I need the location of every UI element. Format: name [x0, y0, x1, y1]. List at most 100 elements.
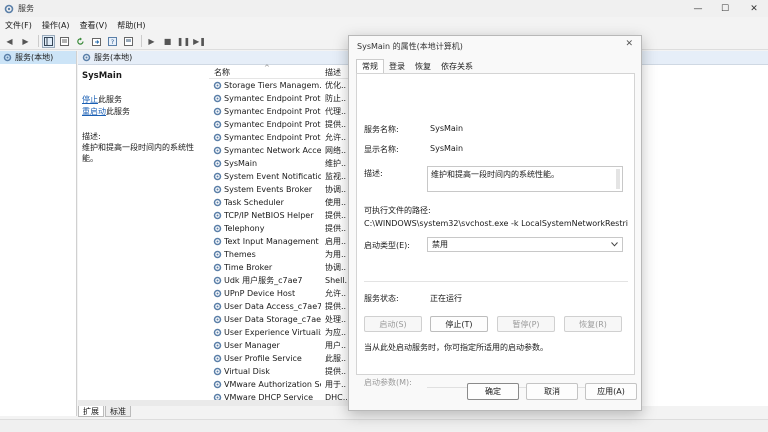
startup-type-select[interactable]: 禁用 [427, 237, 623, 252]
description-field[interactable]: 维护和提高一段时间内的系统性能。 [427, 166, 623, 192]
gear-icon [213, 250, 222, 259]
service-desc-cell: 此服... [325, 354, 347, 363]
restart-service-link[interactable]: 重启动 [82, 107, 106, 116]
pause-service-icon[interactable]: ❚❚ [177, 35, 190, 48]
service-desc-cell: 提供... [325, 211, 347, 220]
service-name-cell: TCP/IP NetBIOS Helper [224, 211, 314, 220]
help-icon[interactable]: ? [106, 35, 119, 48]
service-status-label: 服务状态: [364, 294, 399, 303]
tab-dependencies[interactable]: 依存关系 [436, 59, 478, 73]
gear-icon [213, 107, 222, 116]
tab-general[interactable]: 常规 [356, 59, 384, 73]
tab-standard[interactable]: 标准 [105, 406, 131, 417]
maximize-button[interactable]: ☐ [711, 0, 739, 17]
export-icon[interactable] [90, 35, 103, 48]
service-name-cell: UPnP Device Host [224, 289, 296, 298]
menu-file[interactable]: 文件(F) [5, 20, 32, 31]
service-desc-cell: 为用... [325, 250, 347, 259]
gear-icon [213, 263, 222, 272]
start-service-icon[interactable]: ▶ [145, 35, 158, 48]
service-desc-cell: 提供... [325, 367, 347, 376]
ok-button[interactable]: 确定 [467, 383, 519, 400]
table-row[interactable]: UPnP Device Host 允许... [209, 287, 349, 300]
forward-icon[interactable]: ▶ [19, 35, 32, 48]
tree-item-services-local[interactable]: 服务(本地) [0, 51, 76, 64]
stop-link-row: 停止此服务 [82, 94, 207, 105]
minimize-button[interactable]: — [684, 0, 712, 17]
path-label: 可执行文件的路径: [364, 206, 431, 215]
list-header: ^ 名称 描述 [209, 64, 349, 79]
pause-button[interactable]: 暂停(P) [497, 316, 555, 332]
service-desc-cell: 为应... [325, 328, 347, 337]
table-row[interactable]: Virtual Disk 提供... [209, 365, 349, 378]
column-header-desc[interactable]: 描述 [325, 67, 341, 78]
gear-icon [213, 302, 222, 311]
service-name-label: 服务名称: [364, 125, 399, 134]
service-desc-cell: 优化... [325, 81, 347, 90]
refresh-icon[interactable] [74, 35, 87, 48]
toolbar-divider [38, 35, 39, 47]
table-row[interactable]: Text Input Management ... 启用... [209, 235, 349, 248]
table-row[interactable]: User Profile Service 此服... [209, 352, 349, 365]
restart-link-suffix: 此服务 [106, 107, 130, 116]
display-name-label: 显示名称: [364, 145, 399, 154]
table-row[interactable]: TCP/IP NetBIOS Helper 提供... [209, 209, 349, 222]
table-row[interactable]: User Experience Virtualiz... 为应... [209, 326, 349, 339]
table-row[interactable]: Time Broker 协调... [209, 261, 349, 274]
chevron-down-icon [611, 242, 618, 247]
description-scrollbar[interactable] [616, 169, 620, 189]
table-row[interactable]: Udk 用户服务_c7ae7 Shell... [209, 274, 349, 287]
table-row[interactable]: User Data Access_c7ae7 提供... [209, 300, 349, 313]
service-desc-cell: 提供... [325, 302, 347, 311]
table-row[interactable]: Symantec Endpoint Prote... 允许... [209, 131, 349, 144]
tab-logon[interactable]: 登录 [384, 59, 410, 73]
table-row[interactable]: SysMain 维护... [209, 157, 349, 170]
table-row[interactable]: System Events Broker 协调... [209, 183, 349, 196]
table-row[interactable]: Symantec Endpoint Prote... 提供... [209, 118, 349, 131]
menu-help[interactable]: 帮助(H) [117, 20, 145, 31]
table-row[interactable]: System Event Notification... 监视... [209, 170, 349, 183]
table-row[interactable]: Task Scheduler 使用... [209, 196, 349, 209]
service-desc-cell: 提供... [325, 224, 347, 233]
start-button[interactable]: 启动(S) [364, 316, 422, 332]
console-tree-icon[interactable] [42, 34, 55, 48]
properties-icon[interactable] [58, 35, 71, 48]
show-hide-icon[interactable] [122, 35, 135, 48]
service-name-cell: Symantec Endpoint Prote... [224, 133, 321, 142]
menu-bar: 文件(F) 操作(A) 查看(V) 帮助(H) [0, 17, 768, 33]
service-name-cell: Task Scheduler [224, 198, 284, 207]
table-row[interactable]: Storage Tiers Managem... 优化... [209, 79, 349, 92]
cancel-button[interactable]: 取消 [526, 383, 578, 400]
table-row[interactable]: Symantec Network Acces... 网络... [209, 144, 349, 157]
service-desc-cell: 维护... [325, 159, 347, 168]
menu-action[interactable]: 操作(A) [42, 20, 70, 31]
detail-service-name: SysMain [82, 71, 122, 81]
resume-button[interactable]: 恢复(R) [564, 316, 622, 332]
gear-icon [213, 380, 222, 389]
tab-recovery[interactable]: 恢复 [410, 59, 436, 73]
stop-service-link[interactable]: 停止 [82, 95, 98, 104]
back-icon[interactable]: ◀ [3, 35, 16, 48]
dialog-tabs: 常规 登录 恢复 依存关系 [356, 59, 478, 73]
dialog-close-icon[interactable]: ✕ [625, 39, 633, 49]
table-row[interactable]: Symantec Endpoint Prote... 防止... [209, 92, 349, 105]
table-row[interactable]: User Manager 用户... [209, 339, 349, 352]
service-name-cell: User Data Storage_c7ae7 [224, 315, 321, 324]
stop-service-icon[interactable]: ■ [161, 35, 174, 48]
restart-service-icon[interactable]: ▶❚ [193, 35, 206, 48]
table-row[interactable]: Telephony 提供... [209, 222, 349, 235]
service-name-cell: SysMain [224, 159, 258, 168]
table-row[interactable]: Themes 为用... [209, 248, 349, 261]
table-row[interactable]: VMware Authorization Se... 用于... [209, 378, 349, 391]
tab-extended[interactable]: 扩展 [78, 406, 104, 417]
table-row[interactable]: Symantec Endpoint Prote... 代理... [209, 105, 349, 118]
menu-view[interactable]: 查看(V) [80, 20, 108, 31]
stop-button[interactable]: 停止(T) [430, 316, 488, 332]
table-row[interactable]: User Data Storage_c7ae7 处理... [209, 313, 349, 326]
close-button[interactable]: ✕ [740, 0, 768, 17]
path-value: C:\WINDOWS\system32\svchost.exe -k Local… [364, 219, 628, 228]
service-desc-cell: 用户... [325, 341, 347, 350]
apply-button[interactable]: 应用(A) [585, 383, 637, 400]
service-name-cell: System Event Notification... [224, 172, 321, 181]
column-header-name[interactable]: 名称 [214, 67, 230, 78]
